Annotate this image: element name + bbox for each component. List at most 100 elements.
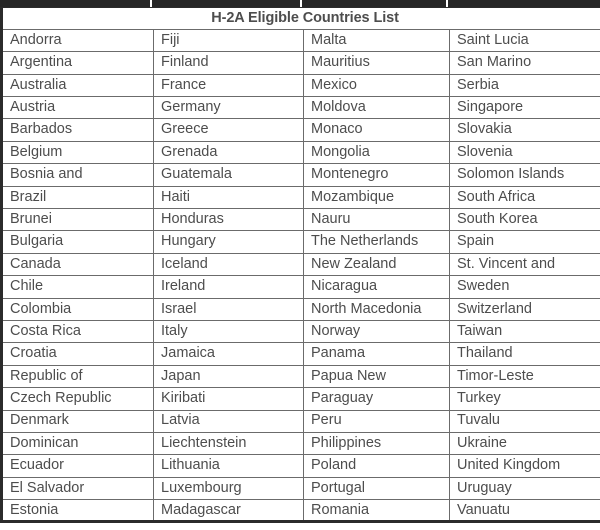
table-row: Barbados Greece Monaco Slovakia bbox=[0, 118, 600, 142]
country-cell: Norway bbox=[303, 319, 450, 344]
top-strip-segment bbox=[448, 0, 600, 7]
country-cell: Mauritius bbox=[303, 51, 450, 75]
country-cell: Philippines bbox=[303, 431, 450, 456]
country-cell: Lithuania bbox=[153, 454, 304, 478]
table-row: Australia France Mexico Serbia bbox=[0, 73, 600, 98]
country-cell: United Kingdom bbox=[448, 454, 600, 478]
country-cell: Switzerland bbox=[448, 297, 600, 321]
country-cell: Vanuatu bbox=[448, 499, 600, 524]
top-strip-segment bbox=[302, 0, 448, 7]
country-cell: Latvia bbox=[153, 409, 304, 433]
table-row: Croatia Jamaica Panama Thailand bbox=[0, 342, 600, 366]
country-cell: Jamaica bbox=[153, 342, 304, 366]
country-cell: Japan bbox=[153, 364, 304, 389]
country-cell: Kiribati bbox=[153, 387, 304, 411]
table-row: Austria Germany Moldova Singapore bbox=[0, 96, 600, 120]
page-title: H-2A Eligible Countries List bbox=[0, 5, 600, 30]
country-cell: Saint Lucia bbox=[448, 28, 600, 53]
country-cell: Romania bbox=[303, 499, 450, 524]
country-cell: Greece bbox=[153, 118, 304, 142]
country-cell: Moldova bbox=[303, 96, 450, 120]
country-cell: Costa Rica bbox=[0, 319, 154, 344]
country-cell: Belgium bbox=[0, 140, 154, 165]
country-cell: Poland bbox=[303, 454, 450, 478]
country-cell: Denmark bbox=[0, 409, 154, 433]
table-row: Republic of Japan Papua New Timor-Leste bbox=[0, 364, 600, 389]
country-cell: Finland bbox=[153, 51, 304, 75]
country-cell: Mongolia bbox=[303, 140, 450, 165]
country-cell: Croatia bbox=[0, 342, 154, 366]
country-cell: Bosnia and bbox=[0, 163, 154, 187]
table-row: Denmark Latvia Peru Tuvalu bbox=[0, 409, 600, 433]
country-cell: Uruguay bbox=[448, 476, 600, 501]
table-row: Bosnia and Guatemala Montenegro Solomon Isl… bbox=[0, 163, 600, 187]
table-row: El Salvador Luxembourg Portugal Uruguay bbox=[0, 476, 600, 501]
country-cell: El Salvador bbox=[0, 476, 154, 501]
country-cell: Thailand bbox=[448, 342, 600, 366]
country-cell: Bulgaria bbox=[0, 230, 154, 254]
country-cell: Slovenia bbox=[448, 140, 600, 165]
table-row: Canada Iceland New Zealand St. Vincent and bbox=[0, 252, 600, 277]
country-cell: Paraguay bbox=[303, 387, 450, 411]
country-cell: Nicaragua bbox=[303, 275, 450, 299]
country-cell: Haiti bbox=[153, 185, 304, 210]
countries-table-container: H-2A Eligible Countries List Andorra Fiji… bbox=[0, 0, 600, 530]
country-cell: Slovakia bbox=[448, 118, 600, 142]
country-cell: Honduras bbox=[153, 208, 304, 232]
country-cell: Andorra bbox=[0, 28, 154, 53]
country-cell: Guatemala bbox=[153, 163, 304, 187]
table-title-row: H-2A Eligible Countries List bbox=[0, 5, 600, 30]
country-cell: Mexico bbox=[303, 73, 450, 98]
table-row: Andorra Fiji Malta Saint Lucia bbox=[0, 28, 600, 53]
country-cell: Republic of bbox=[0, 364, 154, 389]
country-cell: Brazil bbox=[0, 185, 154, 210]
country-cell: Estonia bbox=[0, 499, 154, 524]
country-cell: South Africa bbox=[448, 185, 600, 210]
country-cell: Spain bbox=[448, 230, 600, 254]
country-cell: Barbados bbox=[0, 118, 154, 142]
country-cell: Liechtenstein bbox=[153, 431, 304, 456]
country-cell: North Macedonia bbox=[303, 297, 450, 321]
country-cell: Ukraine bbox=[448, 431, 600, 456]
country-cell: Madagascar bbox=[153, 499, 304, 524]
country-cell: Ecuador bbox=[0, 454, 154, 478]
country-cell: Chile bbox=[0, 275, 154, 299]
country-cell: Taiwan bbox=[448, 319, 600, 344]
table-row: Ecuador Lithuania Poland United Kingdom bbox=[0, 454, 600, 478]
top-strip-segment bbox=[0, 0, 152, 7]
truncated-top-row-strip bbox=[0, 0, 600, 7]
country-cell: France bbox=[153, 73, 304, 98]
country-cell: Portugal bbox=[303, 476, 450, 501]
country-cell: Israel bbox=[153, 297, 304, 321]
country-cell: Luxembourg bbox=[153, 476, 304, 501]
country-cell: Monaco bbox=[303, 118, 450, 142]
country-cell: South Korea bbox=[448, 208, 600, 232]
country-cell: Singapore bbox=[448, 96, 600, 120]
country-cell: Brunei bbox=[0, 208, 154, 232]
eligible-countries-table: H-2A Eligible Countries List Andorra Fiji… bbox=[0, 5, 600, 524]
country-cell: San Marino bbox=[448, 51, 600, 75]
country-cell: Grenada bbox=[153, 140, 304, 165]
country-cell: Germany bbox=[153, 96, 304, 120]
country-cell: Australia bbox=[0, 73, 154, 98]
country-cell: Malta bbox=[303, 28, 450, 53]
country-cell: Argentina bbox=[0, 51, 154, 75]
country-cell: New Zealand bbox=[303, 252, 450, 277]
country-cell: St. Vincent and bbox=[448, 252, 600, 277]
country-cell: Iceland bbox=[153, 252, 304, 277]
table-row: Belgium Grenada Mongolia Slovenia bbox=[0, 140, 600, 165]
country-cell: Montenegro bbox=[303, 163, 450, 187]
country-cell: Peru bbox=[303, 409, 450, 433]
country-cell: Canada bbox=[0, 252, 154, 277]
country-cell: Italy bbox=[153, 319, 304, 344]
country-cell: The Netherlands bbox=[303, 230, 450, 254]
table-row: Costa Rica Italy Norway Taiwan bbox=[0, 319, 600, 344]
country-cell: Tuvalu bbox=[448, 409, 600, 433]
table-row: Colombia Israel North Macedonia Switzerland bbox=[0, 297, 600, 321]
table-row: Estonia Madagascar Romania Vanuatu bbox=[0, 499, 600, 524]
country-cell: Colombia bbox=[0, 297, 154, 321]
table-row: Dominican Liechtenstein Philippines Ukraine bbox=[0, 431, 600, 456]
country-cell: Turkey bbox=[448, 387, 600, 411]
country-cell: Panama bbox=[303, 342, 450, 366]
country-cell: Fiji bbox=[153, 28, 304, 53]
